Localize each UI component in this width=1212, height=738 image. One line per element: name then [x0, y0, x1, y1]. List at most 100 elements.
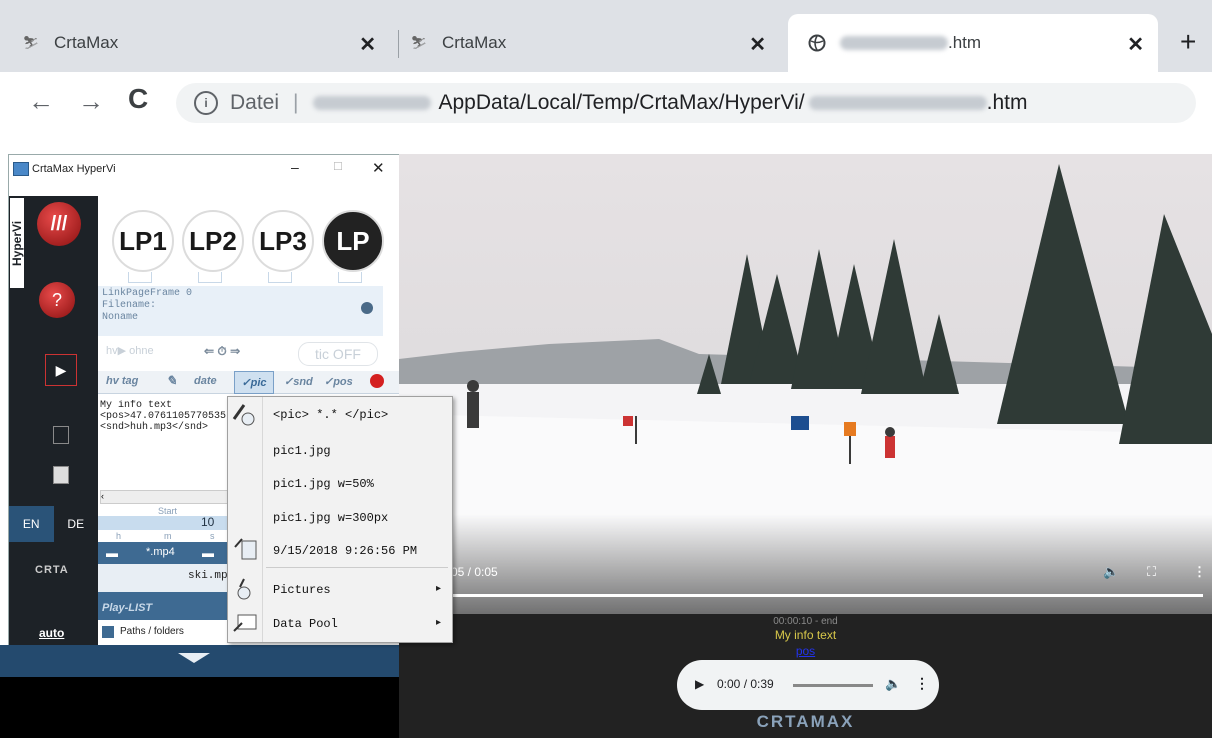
tab-divider — [398, 30, 399, 58]
playlist-label[interactable]: Play-LIST — [102, 602, 152, 614]
clock-arrows-icon[interactable]: ⇐ ⏱ ⇒ — [204, 344, 284, 364]
forward-button[interactable]: → — [78, 86, 104, 117]
tag-tabs: hv tag ✎ date ✓pic ✓snd ✓pos — [98, 371, 399, 394]
tab-crtamax-1[interactable]: ⛷ CrtaMax ✕ — [22, 14, 390, 72]
close-tab-icon[interactable]: ✕ — [749, 32, 766, 57]
tag-editor[interactable]: My info text <pos>47.0761105770535 <snd>… — [100, 400, 236, 490]
overlay-time-range: 00:00:10 - end — [773, 616, 838, 627]
tab-pos[interactable]: ✓pos — [324, 375, 353, 388]
menu-item-pic-tag[interactable]: <pic> *.* </pic> — [273, 408, 388, 422]
editor-line: <pos>47.0761105770535 — [100, 411, 227, 422]
lp2-button[interactable]: LP2 — [182, 210, 244, 272]
film-icon[interactable]: ▬ — [106, 546, 118, 560]
lp1-button[interactable]: LP1 — [112, 210, 174, 272]
file-filter[interactable]: *.mp4 — [146, 546, 175, 558]
close-tab-icon[interactable]: ✕ — [359, 32, 376, 57]
folder-icon — [102, 626, 114, 638]
audio-progress-track[interactable] — [793, 684, 873, 687]
language-switch: EN DE — [9, 506, 98, 542]
footer-logo: CRTAMAX — [756, 712, 855, 731]
lp-welcome-button[interactable]: LP — [322, 210, 384, 272]
skiing-logo-button[interactable]: /// — [37, 202, 81, 246]
video-progress-fill — [451, 594, 1203, 597]
tab-active-htm[interactable]: .htm ✕ — [788, 14, 1158, 72]
menu-item-date[interactable]: 9/15/2018 9:26:56 PM — [273, 544, 417, 558]
fullscreen-icon[interactable]: ⛶ — [1147, 564, 1156, 580]
address-ext: .htm — [986, 91, 1028, 114]
menu-separator — [266, 567, 448, 568]
address-path: AppData/Local/Temp/CrtaMax/HyperVi/ — [438, 91, 805, 114]
lp1-slot — [128, 272, 152, 283]
file-name: ski.mp — [188, 570, 228, 582]
blurred-text — [840, 36, 948, 50]
collapse-arrow-icon[interactable] — [178, 653, 210, 663]
pictures-icon — [232, 577, 260, 603]
time-unit-s: s — [210, 531, 215, 541]
app-icon — [13, 162, 29, 176]
menu-item-pictures[interactable]: Pictures — [273, 583, 331, 597]
tab-title: CrtaMax — [54, 33, 119, 52]
copy-icon[interactable] — [53, 426, 69, 444]
app-sidebar: HyperVi /// ? ▶ EN DE CRTA auto — [9, 196, 98, 646]
menu-item-pic1-w50[interactable]: pic1.jpg w=50% — [273, 477, 374, 491]
volume-icon[interactable]: 🔈 — [885, 676, 901, 692]
crtamax-favicon: ⛷ — [410, 35, 428, 50]
tic-toggle[interactable]: tic OFF — [298, 342, 378, 366]
video-player[interactable]: 05 / 0:05 🔈 ⛶ ⋮ — [399, 154, 1212, 614]
volume-icon[interactable]: 🔈 — [1103, 564, 1119, 580]
editor-hscrollbar[interactable]: ‹ — [100, 490, 238, 504]
tab-pic[interactable]: ✓pic — [234, 371, 274, 394]
reload-button[interactable]: C — [128, 83, 148, 115]
close-tab-icon[interactable]: ✕ — [1127, 32, 1144, 57]
lang-de-button[interactable]: DE — [54, 506, 99, 542]
maximize-button[interactable]: □ — [334, 158, 342, 173]
record-icon[interactable] — [370, 374, 384, 388]
film-icon[interactable]: ▬ — [202, 546, 214, 560]
overlay-info: My info text — [774, 628, 837, 642]
pen-icon[interactable]: ✎ — [166, 373, 177, 389]
play-icon[interactable]: ▶ — [695, 677, 704, 691]
close-window-button[interactable]: ✕ — [372, 159, 385, 177]
time-unit-h: h — [116, 531, 122, 541]
window-title: CrtaMax HyperVi — [32, 163, 116, 175]
minimize-button[interactable]: – — [291, 159, 299, 175]
tab-hv-tag[interactable]: hv tag — [106, 375, 138, 387]
audio-player[interactable]: ▶ 0:00 / 0:39 🔈 ⋮ — [677, 660, 939, 710]
time-input-row[interactable]: 10 — [98, 515, 238, 530]
menu-gutter — [262, 397, 263, 642]
lang-en-button[interactable]: EN — [9, 506, 54, 542]
more-options-icon[interactable]: ⋮ — [1193, 564, 1206, 580]
new-tab-button[interactable]: + — [1180, 26, 1196, 58]
auto-button[interactable]: auto — [39, 626, 64, 640]
separator: | — [293, 91, 299, 114]
info-line2: Filename: — [102, 300, 157, 311]
tab-crtamax-2[interactable]: ⛷ CrtaMax ✕ — [410, 14, 780, 72]
info-line1: LinkPageFrame 0 — [102, 288, 193, 299]
editor-line: My info text — [100, 400, 173, 411]
info-box: LinkPageFrame 0 Filename: Noname — [98, 286, 383, 336]
video-progress-track[interactable] — [451, 594, 1203, 597]
help-button[interactable]: ? — [39, 282, 75, 318]
lp3-button[interactable]: LP3 — [252, 210, 314, 272]
lp2-slot — [198, 272, 222, 283]
menu-item-pic1-w300[interactable]: pic1.jpg w=300px — [273, 511, 388, 525]
overlay-pos-link[interactable]: pos — [399, 644, 1212, 658]
menu-item-pic1[interactable]: pic1.jpg — [273, 444, 331, 458]
more-options-icon[interactable]: ⋮ — [915, 675, 929, 692]
menu-item-data-pool[interactable]: Data Pool — [273, 617, 338, 631]
submenu-arrow-icon: ▸ — [436, 583, 442, 594]
paths-label: Paths / folders — [120, 626, 184, 637]
info-icon[interactable]: i — [194, 91, 218, 115]
page-icon[interactable] — [53, 466, 69, 484]
time-seconds-value[interactable]: 10 — [201, 515, 214, 529]
tab-date[interactable]: date — [194, 375, 217, 387]
address-bar[interactable]: i Datei | AppData/Local/Temp/CrtaMax/Hyp… — [176, 83, 1196, 123]
globe-icon[interactable] — [361, 302, 373, 314]
hv-tag-faded: hv▶ ohne — [106, 345, 154, 357]
black-area — [0, 677, 399, 738]
pic-tag-icon — [232, 401, 260, 427]
tab-snd[interactable]: ✓snd — [284, 375, 313, 388]
format-button[interactable]: ▶ — [45, 354, 77, 386]
window-titlebar[interactable]: CrtaMax HyperVi – □ ✕ — [9, 155, 399, 183]
back-button[interactable]: ← — [28, 86, 54, 117]
